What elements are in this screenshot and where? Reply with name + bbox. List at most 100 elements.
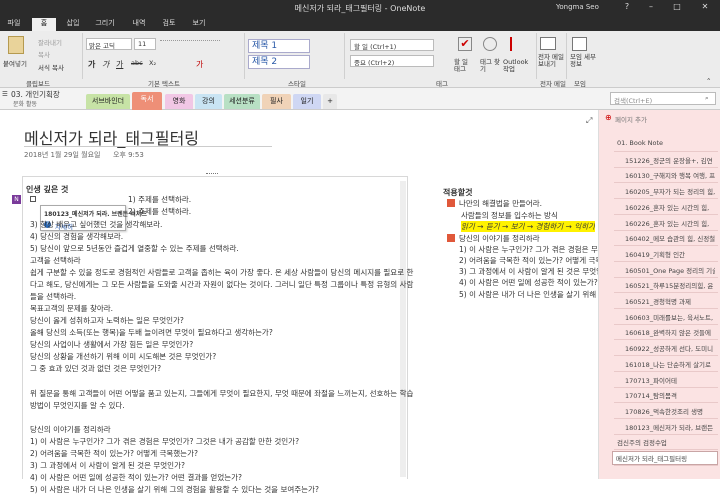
tag-important[interactable]: 중요 (Ctrl+2) [350, 55, 434, 67]
page-list-item[interactable]: 151226_정군의 운장을+, 김연 [625, 155, 715, 165]
tab-file[interactable]: 파일 [4, 18, 24, 31]
onenote-link-icon[interactable]: N [12, 195, 21, 204]
meeting-details-button[interactable]: 모임 세부 정보 [570, 54, 596, 68]
page-list-item[interactable]: 160603_미래를보는, 육서노트, [625, 312, 715, 322]
tab-draw[interactable]: 그리기 [90, 18, 120, 31]
page-list-item[interactable]: 160419_기획형 인간 [625, 249, 715, 259]
minimize-button[interactable]: – [644, 2, 658, 11]
page-list-item[interactable]: 160501_One Page 정리의 기술 [625, 265, 715, 275]
note-line: 올해 당신의 소득(또는 행복)을 두배 늘이려면 무엇이 필요하다고 생각하는… [30, 328, 273, 337]
todo-checkbox[interactable] [30, 196, 36, 202]
search-icon[interactable]: ⌕ [705, 94, 709, 103]
font-color-button[interactable]: 가 [196, 59, 203, 70]
page-list-item[interactable]: 메신저가 되라_태그필터링 [612, 451, 718, 465]
style-heading-1[interactable]: 제목 1 [248, 39, 310, 53]
search-input[interactable]: 검색(Ctrl+E) ⌕ [610, 92, 716, 105]
note-line: 4) 이 사람은 어떤 일에 성공한 적이 있는가? 어떤 결과를 얻었는가? [30, 473, 242, 482]
red-tag-icon[interactable] [447, 199, 455, 207]
page-list-item[interactable]: 160618_완벽하지 않은 것들에 [625, 327, 715, 337]
italic-button[interactable]: 가 [102, 59, 109, 70]
notebook-icon[interactable]: ☰ [2, 90, 8, 98]
find-tags-button[interactable]: 태그 찾기 [480, 59, 502, 73]
section-tab[interactable]: 서브바인더 [86, 94, 130, 109]
tab-view[interactable]: 보기 [188, 18, 210, 31]
page-list-item[interactable]: 160226_혼자 있는 시간의 힘, [625, 218, 715, 228]
divider [614, 386, 718, 388]
maximize-button[interactable]: □ [670, 2, 684, 11]
section-tab[interactable]: 필사 [262, 94, 291, 109]
container-handle[interactable] [206, 173, 218, 176]
red-tag-icon[interactable] [447, 234, 455, 242]
add-section-button[interactable]: + [323, 94, 337, 109]
section-tab[interactable]: 강의 [195, 94, 222, 109]
tab-review[interactable]: 검토 [158, 18, 180, 31]
note-line: 3) 그 과정에서 이 사람이 알게 된 것은 무엇인가? [30, 461, 185, 470]
font-size-select[interactable]: 11 [134, 38, 156, 50]
list-buttons[interactable] [160, 40, 220, 48]
tab-home[interactable]: 홈 [32, 18, 56, 31]
subscript-button[interactable]: X₂ [149, 59, 156, 67]
ribbon: 붙여넣기 잘라내기 복사 서식 복사 클립보드 맑은 고딕 11 가 가 가 a… [0, 31, 720, 88]
ribbon-tabs: 파일 홈 삽입 그리기 내역 검토 보기 [0, 16, 720, 31]
notebook-subtitle: 문화 활동 [13, 101, 37, 108]
format-painter-button[interactable]: 서식 복사 [38, 62, 64, 72]
expand-page-icon[interactable]: ⤢ [586, 116, 592, 126]
strikethrough-button[interactable]: abc [131, 59, 143, 67]
divider [614, 151, 718, 152]
tab-history[interactable]: 내역 [128, 18, 150, 31]
page-canvas[interactable]: ⤢ 메신저가 되라_태그필터링 2018년 1월 29일 월요일 오후 9:53… [0, 110, 598, 494]
apply-line: 4) 이 사람은 어떤 일에 성공한 적이 있는가? 어떤 [459, 278, 598, 287]
paste-icon[interactable] [8, 36, 24, 54]
page-group-header[interactable]: 01. Book Note [617, 139, 715, 147]
page-list-item[interactable]: 170714_탐의몸격 [625, 390, 715, 400]
bold-button[interactable]: 가 [88, 59, 95, 70]
cut-button[interactable]: 잘라내기 [38, 37, 62, 47]
section-tab[interactable]: 세션분류 [224, 94, 260, 109]
note-line: 5) 이 사람은 내가 더 나은 인생을 살기 위해 그의 경험을 활용할 수 … [30, 485, 319, 494]
page-list-item[interactable]: 160922_성공하게 선다, 도미니 [625, 343, 715, 353]
section-tab[interactable]: 독서 [132, 92, 162, 110]
underline-button[interactable]: 가 [116, 59, 123, 70]
page-list-item[interactable]: 160205_부자가 되는 정리의 힘, [625, 186, 715, 196]
checkmark-icon[interactable]: ✔ [458, 37, 472, 51]
user-name[interactable]: Yongma Seo [556, 3, 599, 11]
todo-tag-button[interactable]: 할 일 태그 [454, 59, 476, 73]
add-page-icon[interactable]: ⊕ [605, 113, 612, 122]
note-line: 다고 해도, 당신에게는 그 모든 사람들을 도와줄 시간과 자원이 없다는 것… [30, 280, 414, 289]
page-list-item[interactable]: 170713_파이어테 [625, 375, 715, 385]
flag-icon[interactable] [510, 37, 524, 51]
section-tab[interactable]: 일기 [293, 94, 321, 109]
note-line: 그 중 효과 있던 것과 없던 것은 무엇인가? [30, 364, 162, 373]
page-list-item[interactable]: 160521_하루15분정리의힘, 윤 [625, 280, 715, 290]
meeting-icon[interactable] [572, 37, 587, 51]
page-list-item[interactable]: 검신주의 검정수업 [617, 437, 715, 447]
outlook-tasks-button[interactable]: Outlook 작업 [503, 59, 533, 73]
note-line: 위 질문을 통해 고객들이 어떤 어떻을 품고 있는지, 그들에게 무엇이 필요… [30, 389, 414, 398]
page-list-item[interactable]: 160226_혼자 있는 시간의 힘, [625, 202, 715, 212]
find-tags-icon[interactable] [483, 37, 497, 51]
page-list-item[interactable]: 161018_나는 단순하게 살기로 [625, 359, 715, 369]
style-heading-2[interactable]: 제목 2 [248, 55, 310, 69]
page-list-item[interactable]: 180123_메신저가 되라, 브랜든 [625, 422, 715, 432]
add-page-button[interactable]: 페이지 추가 [615, 114, 647, 124]
tags-group-label: 태그 [436, 80, 448, 88]
page-list-item[interactable]: 170826_먹속한것조리 생명 [625, 406, 715, 416]
close-button[interactable]: ✕ [698, 2, 712, 11]
email-page-button[interactable]: 전자 메일 보내기 [538, 54, 566, 68]
help-button[interactable]: ? [620, 2, 634, 11]
tag-todo[interactable]: 할 일 (Ctrl+1) [350, 39, 434, 51]
vertical-scrollbar[interactable] [400, 181, 406, 477]
highlighted-line: 읽기 → 듣기 → 보기 → 경험하기 → 익히기 [461, 221, 595, 232]
divider [614, 260, 718, 262]
paste-button[interactable]: 붙여넣기 [3, 58, 27, 68]
tab-insert[interactable]: 삽입 [62, 18, 84, 31]
page-list-item[interactable]: 160130_구해지와 행복 여행, 프 [625, 170, 715, 180]
copy-button[interactable]: 복사 [38, 49, 50, 59]
apply-line: 3) 그 과정에서 이 사람이 알게 된 것은 무엇인가? [459, 267, 598, 276]
email-icon[interactable] [540, 37, 556, 50]
font-family-select[interactable]: 맑은 고딕 [86, 38, 132, 50]
section-tab[interactable]: 영화 [165, 94, 193, 109]
page-list-item[interactable]: 160402_메모 습관의 힘, 신정철 [625, 233, 715, 243]
page-list-item[interactable]: 160521_경청혁명 과제 [625, 296, 715, 306]
collapse-ribbon-icon[interactable]: ⌃ [706, 77, 711, 85]
